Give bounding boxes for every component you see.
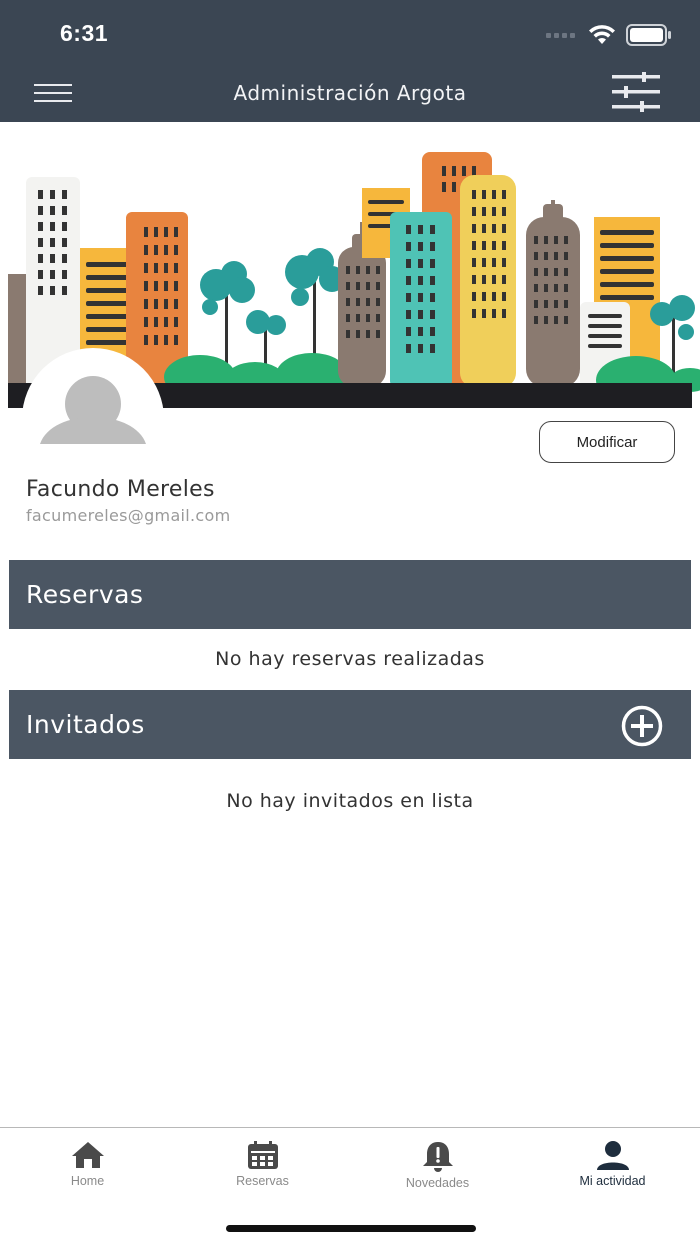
person-icon <box>596 1141 629 1170</box>
app-header: Administración Argota <box>0 64 700 122</box>
tab-home-label: Home <box>70 1174 105 1188</box>
invitados-title: Invitados <box>26 710 145 739</box>
reservas-empty-message: No hay reservas realizadas <box>215 648 485 670</box>
battery-icon <box>626 24 671 46</box>
cellular-signal-icon <box>546 33 575 38</box>
tab-home[interactable]: Home <box>0 1140 175 1188</box>
bell-alert-icon <box>422 1142 453 1172</box>
modify-profile-button[interactable]: Modificar <box>539 421 675 463</box>
sliders-icon <box>612 72 660 112</box>
tab-reservas-label: Reservas <box>236 1174 289 1188</box>
status-bar: 6:31 <box>0 0 700 64</box>
home-icon <box>71 1142 104 1168</box>
invitados-empty-message: No hay invitados en lista <box>226 790 474 812</box>
tab-mi-actividad[interactable]: Mi actividad <box>525 1140 700 1188</box>
calendar-icon <box>247 1141 278 1169</box>
reservas-section-header: Reservas <box>9 560 691 629</box>
invitados-section-header: Invitados <box>9 690 691 759</box>
tab-novedades[interactable]: Novedades <box>350 1140 525 1190</box>
home-indicator <box>226 1225 476 1232</box>
wifi-icon <box>589 25 615 44</box>
plus-circle-icon <box>621 705 663 747</box>
avatar[interactable] <box>22 348 164 490</box>
status-time: 6:31 <box>60 20 109 46</box>
default-user-avatar-icon <box>40 376 146 444</box>
page-title: Administración Argota <box>233 81 467 105</box>
user-name: Facundo Mereles <box>26 477 215 502</box>
status-icons <box>546 24 672 46</box>
add-guest-button[interactable] <box>621 705 663 747</box>
user-email: facumereles@gmail.com <box>26 506 231 525</box>
tab-mi-actividad-label: Mi actividad <box>579 1174 646 1188</box>
tab-novedades-label: Novedades <box>405 1176 470 1190</box>
filter-settings-button[interactable] <box>612 72 660 112</box>
reservas-title: Reservas <box>26 580 144 609</box>
tab-reservas[interactable]: Reservas <box>175 1140 350 1188</box>
